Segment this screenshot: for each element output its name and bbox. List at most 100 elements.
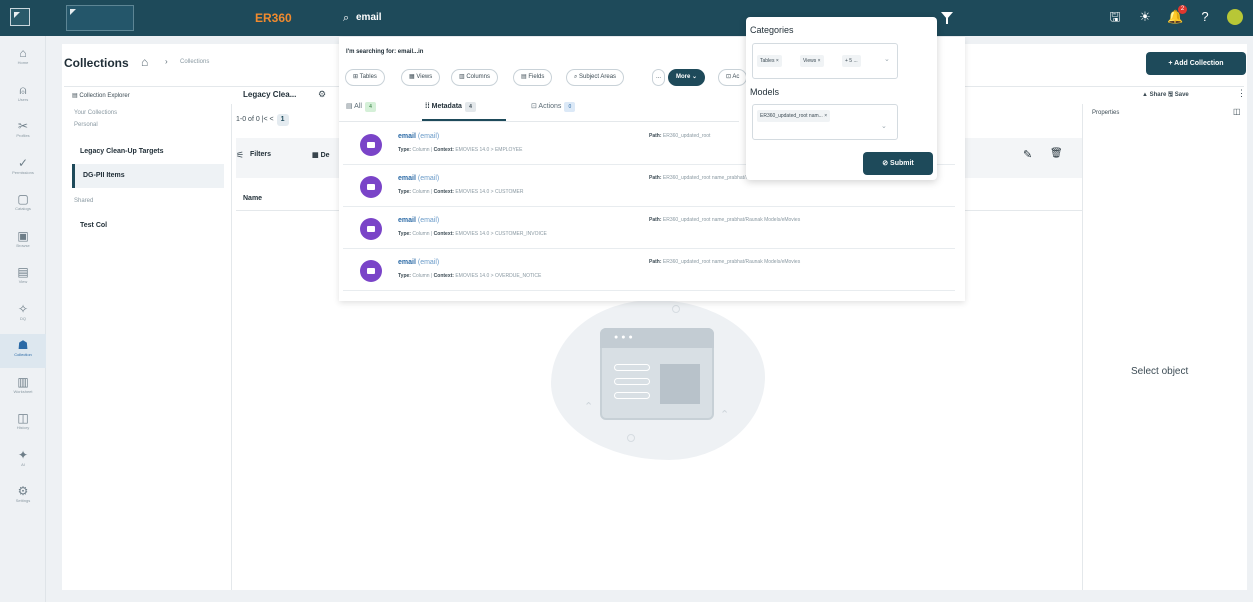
search-result-row[interactable]: email (email) Type: Column | Context: EMO…: [343, 251, 955, 291]
bell-icon[interactable]: 🔔 2: [1167, 5, 1187, 25]
rail-item-label: Settings: [15, 498, 31, 503]
filter-icon[interactable]: [941, 12, 953, 24]
pager-current-page[interactable]: 1: [276, 114, 289, 126]
chevron-down-icon[interactable]: ⌄: [884, 55, 890, 63]
category-chip[interactable]: Tables ×: [757, 55, 782, 67]
add-collection-button[interactable]: + Add Collection: [1146, 52, 1246, 75]
column-type-icon: [360, 218, 382, 240]
rail-item-label: Users: [17, 96, 29, 102]
chip-ellipsis[interactable]: ...: [652, 69, 666, 86]
rail-item-profiles[interactable]: ✂ Profiles: [0, 115, 46, 149]
toolbar-button-de[interactable]: ▦ De: [312, 151, 330, 159]
chip-tables[interactable]: ⊞ Tables: [345, 69, 385, 86]
rail-item-settings[interactable]: ⚙ Settings: [0, 480, 46, 514]
rail-item-collection[interactable]: ☗ Collection: [0, 334, 46, 368]
window-dots: ●●●: [614, 334, 636, 341]
result-name[interactable]: email (email): [398, 259, 439, 266]
model-chip[interactable]: ER360_updated_root nam... ×: [757, 110, 831, 122]
menu-toggle-icon[interactable]: [10, 8, 30, 26]
tab-all-label: ▤ All: [346, 103, 362, 110]
rail-item-label: Home: [17, 60, 29, 65]
chevron-down-icon[interactable]: ⌄: [881, 122, 887, 130]
filter-icon[interactable]: ⚟: [236, 150, 244, 161]
rail-item-users[interactable]: ⍝ Users: [0, 79, 46, 113]
submit-button[interactable]: ⊘ Submit: [863, 152, 933, 175]
path-label: Path:: [649, 259, 662, 265]
home-icon[interactable]: ⌂: [141, 55, 148, 69]
share-save-actions[interactable]: ▲ Share 🖫 Save: [1142, 90, 1189, 100]
rail-item-permissions[interactable]: ✓ Permissions: [0, 152, 46, 186]
context-label: Context:: [433, 231, 454, 237]
tab-all[interactable]: ▤ All 4: [346, 102, 376, 112]
logo[interactable]: [66, 5, 134, 31]
result-type: Column: [412, 231, 430, 237]
permissions-icon: ✓: [17, 155, 29, 170]
column-type-icon: [360, 134, 382, 156]
column-type-icon: [360, 260, 382, 282]
collection-item[interactable]: Test Col: [72, 214, 224, 238]
rail-item-label: Collection: [14, 352, 32, 357]
result-name-text: email: [398, 175, 416, 182]
rail-item-label: Permissions: [12, 169, 34, 175]
rail-item-view[interactable]: ▤ View: [0, 261, 46, 295]
rail-item-browse[interactable]: ▣ Browse: [0, 225, 46, 259]
collection-item[interactable]: DG-PII Items: [72, 164, 224, 188]
chip-fields[interactable]: ▤ Fields: [513, 69, 553, 86]
result-name-text: email: [398, 133, 416, 140]
ai-icon: ✦: [17, 447, 29, 462]
chevron-up-icon: ⌃: [584, 401, 594, 413]
window-line: [614, 364, 650, 371]
help-icon[interactable]: ?: [1197, 9, 1213, 25]
chip-views[interactable]: ▦ Views: [401, 69, 441, 86]
rail-item-history[interactable]: ◫ History: [0, 407, 46, 441]
rail-item-worksheet[interactable]: ▥ Worksheet: [0, 371, 46, 405]
search-input[interactable]: email: [356, 12, 382, 23]
rail-item-home[interactable]: ⌂ Home: [0, 42, 46, 76]
top-bar: [0, 0, 1253, 36]
name-column-header[interactable]: Name: [243, 195, 262, 202]
tab-metadata[interactable]: ⁞⁞ Metadata 4: [425, 102, 476, 112]
filters-button[interactable]: Filters: [250, 151, 271, 158]
result-path-text: ER360_updated_root name_prabhat/Raunak M…: [662, 259, 801, 265]
rail-item-label: Catalogs: [15, 206, 31, 211]
rail-item-catalogs[interactable]: ▢ Catalogs: [0, 188, 46, 222]
rail-item-label: DQ: [20, 315, 26, 321]
result-name-text: email: [398, 259, 416, 266]
more-options-icon[interactable]: ⋮: [1237, 88, 1246, 99]
rail-item-label: Profiles: [16, 133, 30, 138]
trash-icon[interactable]: 🗑: [1050, 148, 1063, 159]
models-title: Models: [750, 87, 780, 97]
result-meta: Type: Column | Context: EMOVIES 14.0 > C…: [398, 231, 547, 237]
breadcrumb[interactable]: Collections: [180, 59, 209, 65]
pager[interactable]: 1-0 of 0 |< <1: [236, 114, 289, 126]
rail-item-dq[interactable]: ✧ DQ: [0, 298, 46, 332]
chip-ac[interactable]: ⊡ Ac: [718, 69, 748, 86]
collection-icon: ☗: [17, 338, 29, 352]
gear-icon[interactable]: ⚙: [318, 89, 326, 100]
categories-title: Categories: [750, 25, 794, 35]
more-button[interactable]: More ⌄: [668, 69, 706, 86]
worksheet-icon: ▥: [17, 374, 29, 389]
path-label: Path:: [649, 175, 662, 181]
home-icon: ⌂: [19, 46, 27, 60]
result-meta: Type: Column | Context: EMOVIES 14.0 > O…: [398, 273, 542, 279]
result-meta: Type: Column | Context: EMOVIES 14.0 > C…: [398, 189, 524, 195]
category-chip[interactable]: + 5 ...: [842, 55, 861, 67]
sun-icon[interactable]: ☀: [1137, 9, 1153, 25]
chip-subject-areas[interactable]: ⌕ Subject Areas: [566, 69, 625, 86]
rail-item-ai[interactable]: ✦ AI: [0, 444, 46, 478]
collection-item[interactable]: Legacy Clean-Up Targets: [72, 140, 224, 164]
database-icon[interactable]: 🖫: [1107, 9, 1123, 25]
search-result-row[interactable]: email (email) Type: Column | Context: EMO…: [343, 209, 955, 249]
tab-legacy-cleanup[interactable]: Legacy Clea...: [243, 90, 296, 99]
collapse-panel-icon[interactable]: ◫: [1233, 107, 1241, 116]
result-name[interactable]: email (email): [398, 217, 439, 224]
category-chip[interactable]: Views ×: [800, 55, 824, 67]
tab-actions[interactable]: ⊡ Actions 0: [531, 102, 576, 112]
result-name[interactable]: email (email): [398, 133, 439, 140]
chip-columns[interactable]: ▥ Columns: [451, 69, 499, 86]
edit-icon[interactable]: ✎: [1023, 148, 1032, 161]
result-name[interactable]: email (email): [398, 175, 439, 182]
result-context: EMOVIES 14.0 > CUSTOMER: [455, 189, 524, 195]
avatar[interactable]: [1227, 9, 1243, 25]
